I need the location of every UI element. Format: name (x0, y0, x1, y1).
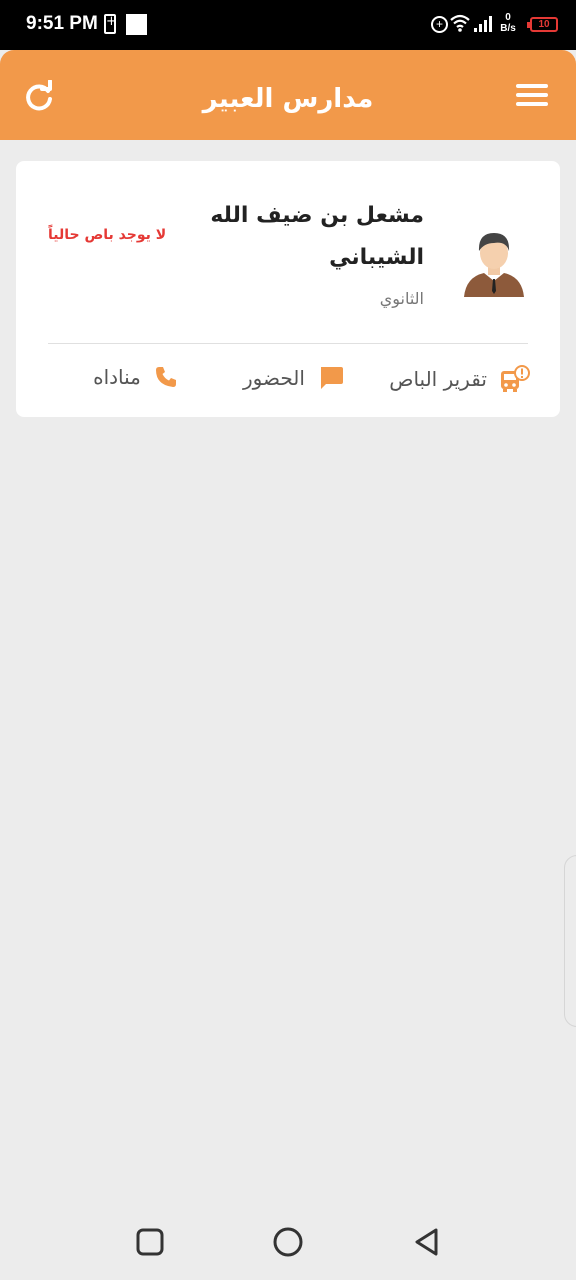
phone-icon (156, 367, 176, 387)
home-icon[interactable] (272, 1225, 304, 1257)
speed-unit: B/s (500, 23, 516, 34)
attendance-label: الحضور (243, 366, 305, 390)
bus-report-button[interactable]: تقرير الباص (389, 365, 530, 399)
app-bar: مدارس العبير (0, 50, 576, 140)
call-label: مناداه (93, 365, 141, 389)
add-circle-icon: + (431, 16, 448, 33)
student-grade: الثانوي (379, 289, 424, 308)
battery-charging-icon (104, 14, 116, 34)
status-bar: 9:51 PM + 0 B/s 10 (0, 0, 576, 50)
battery-level: 10 (538, 19, 550, 30)
bus-report-label: تقرير الباص (389, 367, 487, 391)
signal-icon (474, 16, 492, 32)
app-title: مدارس العبير (202, 84, 374, 114)
network-speed: 0 B/s (497, 12, 519, 34)
student-avatar-icon (464, 233, 524, 297)
battery-icon: 10 (527, 17, 558, 32)
call-button[interactable]: مناداه (93, 365, 178, 399)
wifi-icon (450, 14, 470, 32)
bus-status-text: لا يوجد باص حالياً (48, 227, 167, 243)
attendance-button[interactable]: الحضور (243, 365, 344, 399)
system-nav-bar (0, 1203, 576, 1280)
chat-icon (321, 367, 343, 389)
bus-alert-icon (501, 365, 530, 392)
speed-value: 0 (505, 12, 511, 23)
notification-square-icon (126, 14, 147, 35)
student-card[interactable]: مشعل بن ضيف الله الشيباني الثانوي لا يوج… (16, 161, 560, 417)
recent-apps-icon[interactable] (136, 1225, 164, 1257)
status-time: 9:51 PM (26, 13, 98, 34)
card-divider (48, 343, 528, 344)
edge-panel-handle[interactable] (564, 855, 576, 1027)
student-name: مشعل بن ضيف الله الشيباني (210, 203, 424, 270)
menu-icon[interactable] (516, 84, 548, 110)
back-icon[interactable] (412, 1225, 442, 1257)
